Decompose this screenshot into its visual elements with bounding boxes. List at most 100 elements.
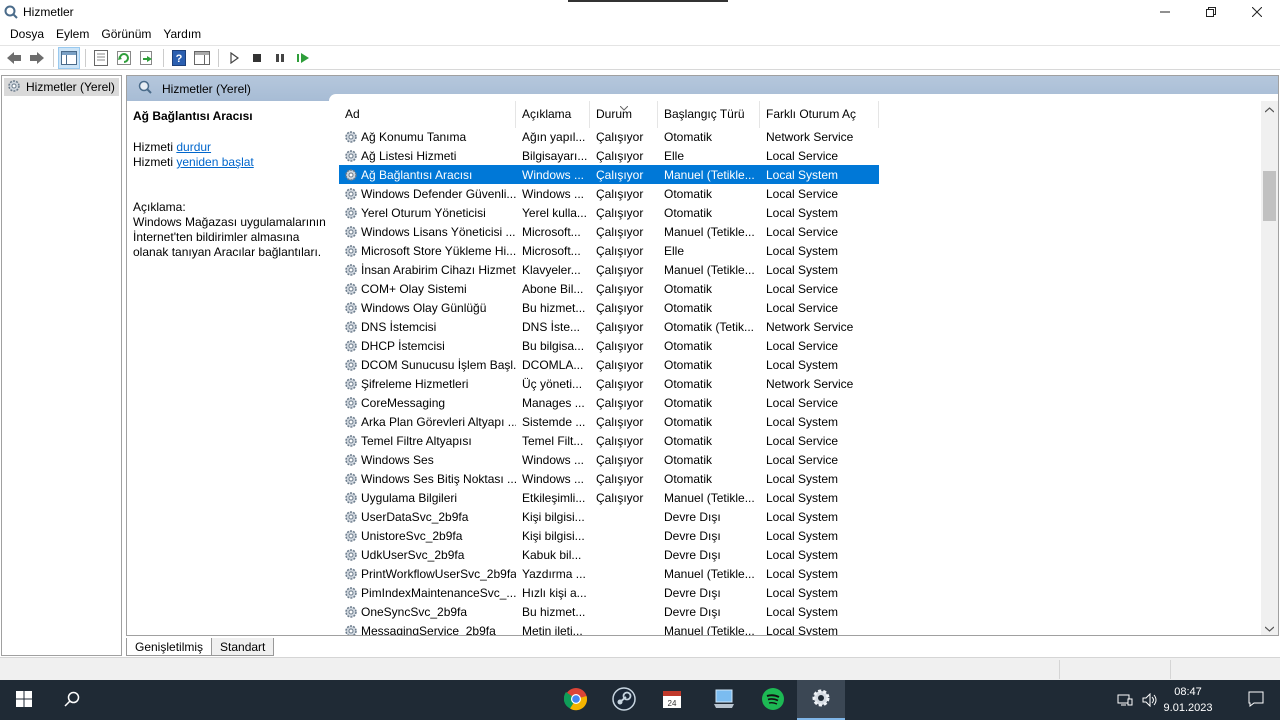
service-name: Windows Ses Bitiş Noktası ...: [361, 471, 516, 486]
help-icon[interactable]: ?: [168, 47, 190, 69]
service-description: Yazdırma ...: [522, 566, 586, 581]
service-log-on-as: Local System: [766, 205, 839, 220]
network-tray-icon[interactable]: [1112, 680, 1138, 720]
svg-text:24: 24: [668, 699, 677, 708]
service-description: Temel Filt...: [522, 433, 584, 448]
service-row[interactable]: UserDataSvc_2b9fa Kişi bilgisi... Devre Dı…: [339, 507, 879, 526]
toolbar-separator: [163, 48, 164, 67]
service-log-on-as: Local System: [766, 167, 839, 182]
vertical-scrollbar[interactable]: [1261, 101, 1278, 635]
notification-center-button[interactable]: [1232, 680, 1280, 720]
service-row[interactable]: UnistoreSvc_2b9fa Kişi bilgisi... Devre Dı…: [339, 526, 879, 545]
service-name-cell: CoreMessaging: [339, 395, 516, 411]
properties-sheet-icon[interactable]: [90, 47, 112, 69]
service-name-cell: Ağ Konumu Tanıma: [339, 129, 516, 145]
show-hide-console-tree-icon[interactable]: [58, 46, 80, 69]
service-row[interactable]: Windows Ses Windows ... Çalışıyor Otomatik L…: [339, 450, 879, 469]
service-row[interactable]: Uygulama Bilgileri Etkileşimli... Çalışıyo…: [339, 488, 879, 507]
refresh-icon[interactable]: [113, 47, 135, 69]
service-gear-icon: [343, 243, 359, 259]
service-row[interactable]: Şifreleme Hizmetleri Üç yöneti... Çalışıyo…: [339, 374, 879, 393]
service-name-cell: OneSyncSvc_2b9fa: [339, 604, 516, 620]
taskbar-clock[interactable]: 08:47 9.01.2023: [1158, 684, 1218, 716]
restart-service-line: Hizmeti yeniden başlat: [133, 155, 327, 170]
service-row[interactable]: Arka Plan Görevleri Altyapı ... Sistemde …: [339, 412, 879, 431]
column-header-description[interactable]: Açıklama: [516, 101, 590, 128]
restart-service-link[interactable]: yeniden başlat: [176, 155, 253, 169]
service-row[interactable]: CoreMessaging Manages ... Çalışıyor Otomati…: [339, 393, 879, 412]
taskbar-chrome[interactable]: [552, 680, 600, 720]
column-header-log-on-as[interactable]: Farklı Oturum Aç: [760, 101, 879, 128]
show-hide-action-pane-icon[interactable]: [191, 47, 213, 69]
restart-service-icon[interactable]: [292, 47, 314, 69]
service-row[interactable]: İnsan Arabirim Cihazı Hizmeti Klavyeler..…: [339, 260, 879, 279]
scroll-down-icon[interactable]: [1261, 620, 1278, 635]
service-row[interactable]: Windows Olay Günlüğü Bu hizmet... Çalışıyo…: [339, 298, 879, 317]
service-log-on-as: Local System: [766, 585, 839, 600]
service-gear-icon: [343, 490, 359, 506]
column-header-startup-type[interactable]: Başlangıç Türü: [658, 101, 760, 128]
service-row[interactable]: Ağ Konumu Tanıma Ağın yapıl... Çalışıyor Ot…: [339, 127, 879, 146]
close-button[interactable]: [1234, 0, 1280, 23]
stop-service-icon[interactable]: [246, 47, 268, 69]
back-arrow-icon[interactable]: [3, 47, 25, 69]
service-row[interactable]: DNS İstemcisi DNS İste... Çalışıyor Otomati…: [339, 317, 879, 336]
restore-button[interactable]: [1188, 0, 1234, 23]
service-row[interactable]: OneSyncSvc_2b9fa Bu hizmet... Devre Dışı Lo…: [339, 602, 879, 621]
service-row[interactable]: Windows Ses Bitiş Noktası ... Windows ...…: [339, 469, 879, 488]
service-gear-icon: [343, 452, 359, 468]
scroll-up-icon[interactable]: [1261, 101, 1278, 118]
service-description: Ağın yapıl...: [522, 129, 586, 144]
service-name: UnistoreSvc_2b9fa: [361, 528, 463, 543]
service-row[interactable]: PimIndexMaintenanceSvc_... Hızlı kişi a..…: [339, 583, 879, 602]
taskbar-remote-desktop[interactable]: [700, 680, 748, 720]
description-text-line: olanak tanıyan Aracılar bağlantıları.: [133, 245, 322, 259]
search-button[interactable]: [48, 680, 96, 720]
column-header-name[interactable]: Ad: [339, 101, 516, 128]
clock-date: 9.01.2023: [1163, 702, 1213, 714]
service-log-on-as: Local System: [766, 357, 839, 372]
service-name-cell: MessagingService_2b9fa: [339, 623, 516, 635]
tree-item-services-local[interactable]: Hizmetler (Yerel): [4, 78, 119, 96]
extended-description-panel: Ağ Bağlantısı Aracısı Hizmeti durdur Hiz…: [127, 101, 333, 635]
start-button[interactable]: [0, 680, 48, 720]
service-row[interactable]: Temel Filtre Altyapısı Temel Filt... Çalış…: [339, 431, 879, 450]
taskbar-calendar-app[interactable]: 24: [648, 680, 696, 720]
column-header-status[interactable]: Durum: [590, 101, 658, 128]
service-row[interactable]: Ağ Listesi Hizmeti Bilgisayarı... Çalışıyo…: [339, 146, 879, 165]
menu-eylem[interactable]: Eylem: [50, 23, 95, 45]
tab-standard[interactable]: Standart: [211, 638, 275, 656]
service-row[interactable]: COM+ Olay Sistemi Abone Bil... Çalışıyor Ot…: [339, 279, 879, 298]
taskbar-spotify[interactable]: [749, 680, 797, 720]
service-row[interactable]: PrintWorkflowUserSvc_2b9fa Yazdırma ... Ma…: [339, 564, 879, 583]
service-gear-icon: [343, 376, 359, 392]
service-log-on-as: Network Service: [766, 129, 854, 144]
stop-service-link[interactable]: durdur: [176, 140, 211, 154]
menu-yardim[interactable]: Yardım: [157, 23, 207, 45]
minimize-button[interactable]: [1142, 0, 1188, 23]
calendar-app-icon: 24: [661, 688, 683, 713]
service-status: Çalışıyor: [596, 205, 644, 220]
taskbar-steam[interactable]: [600, 680, 648, 720]
export-list-icon[interactable]: [136, 47, 158, 69]
service-row[interactable]: Yerel Oturum Yöneticisi Yerel kulla... Çal…: [339, 203, 879, 222]
menu-dosya[interactable]: Dosya: [4, 23, 50, 45]
tab-extended[interactable]: Genişletilmiş: [126, 638, 213, 656]
service-row[interactable]: Ağ Bağlantısı Aracısı Windows ... Çalışıyo…: [339, 165, 879, 184]
scrollbar-thumb[interactable]: [1263, 171, 1276, 221]
service-log-on-as: Network Service: [766, 376, 854, 391]
service-row[interactable]: UdkUserSvc_2b9fa Kabuk bil... Devre Dışı Lo…: [339, 545, 879, 564]
service-row[interactable]: Microsoft Store Yükleme Hi... Microsoft..…: [339, 241, 879, 260]
taskbar-services[interactable]: [797, 680, 845, 720]
pause-service-icon[interactable]: [269, 47, 291, 69]
service-row[interactable]: MessagingService_2b9fa Metin ileti... Manu…: [339, 621, 879, 635]
menu-gorunum[interactable]: Görünüm: [95, 23, 157, 45]
service-name: Temel Filtre Altyapısı: [361, 433, 472, 448]
service-row[interactable]: DCOM Sunucusu İşlem Başl... DCOMLA... Çalı…: [339, 355, 879, 374]
service-row[interactable]: Windows Lisans Yöneticisi ... Microsoft..…: [339, 222, 879, 241]
service-gear-icon: [343, 528, 359, 544]
forward-arrow-icon[interactable]: [26, 47, 48, 69]
start-service-icon[interactable]: [223, 47, 245, 69]
service-row[interactable]: DHCP İstemcisi Bu bilgisa... Çalışıyor Otom…: [339, 336, 879, 355]
service-row[interactable]: Windows Defender Güvenli... Windows ... Ça…: [339, 184, 879, 203]
